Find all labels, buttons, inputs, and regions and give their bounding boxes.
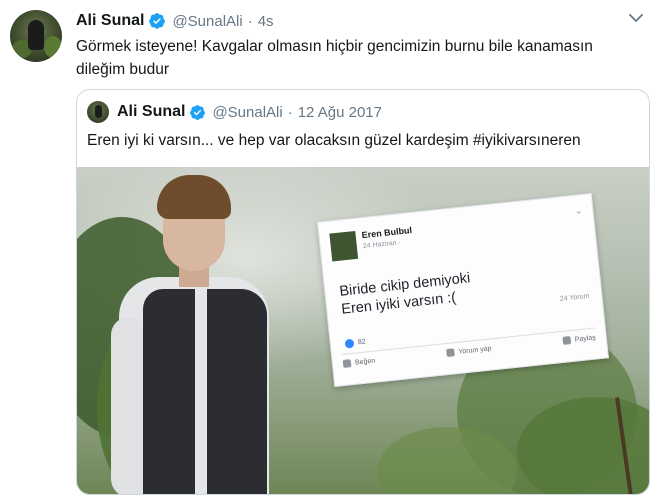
quoted-author-handle: @SunalAli [212, 103, 283, 121]
person-arm [111, 317, 147, 494]
fb-share-action: Paylaş [562, 333, 597, 345]
avatar-figure [95, 105, 102, 118]
tweet-text: Görmek isteyene! Kavgalar olmasın hiçbir… [76, 38, 593, 78]
chevron-down-icon[interactable] [628, 12, 644, 24]
quoted-author-name: Ali Sunal [117, 103, 186, 120]
tweet-time[interactable]: 4s [258, 13, 274, 30]
like-icon [344, 338, 355, 349]
fb-post-text: Biride cikip demiyoki Eren iyiki varsın … [339, 269, 473, 319]
photo-person [107, 167, 307, 494]
fb-like-action: Beğen [342, 357, 376, 368]
fb-post-likes: 82 [344, 337, 367, 349]
fb-comment-action: Yorum yap [446, 344, 492, 358]
fb-post-author: Eren Bulbul [361, 225, 413, 241]
tweet-media-image[interactable]: Eren Bulbul 24 Haziran · ⌄ Biride cikip … [77, 167, 649, 494]
tweet[interactable]: Ali Sunal @SunalAli · 4s Görmek isteyene… [0, 0, 658, 497]
fb-like-count: 82 [357, 338, 367, 347]
fb-post-comment-count: 24 Yorum [559, 292, 590, 303]
thumbs-up-icon [342, 359, 352, 368]
person-vest [207, 289, 267, 494]
share-icon [562, 336, 572, 345]
separator-dot: · [247, 12, 253, 30]
facebook-post-screenshot: Eren Bulbul 24 Haziran · ⌄ Biride cikip … [317, 193, 609, 387]
fb-action-label: Beğen [354, 357, 376, 367]
fb-post-avatar [329, 230, 359, 262]
verified-badge-icon [149, 13, 166, 29]
avatar-figure [28, 20, 44, 50]
person-hair [157, 175, 231, 219]
quoted-author-avatar [87, 101, 109, 123]
verified-badge-icon [190, 104, 206, 120]
separator-dot: · [287, 103, 293, 121]
fb-post-date: 24 Haziran · [362, 239, 402, 251]
author-avatar[interactable] [10, 10, 62, 62]
tweet-header: Ali Sunal @SunalAli · 4s [76, 10, 648, 32]
quoted-tweet-text: Eren iyi ki varsın... ve hep var olacaks… [87, 132, 581, 149]
fb-action-label: Paylaş [574, 333, 597, 344]
comment-icon [446, 348, 455, 358]
fb-action-label: Yorum yap [458, 344, 492, 356]
author-name[interactable]: Ali Sunal [76, 12, 144, 30]
quoted-tweet-date: 12 Ağu 2017 [297, 103, 382, 121]
person-vest [143, 289, 195, 494]
author-handle[interactable]: @SunalAli [172, 13, 242, 30]
chevron-down-icon: ⌄ [574, 205, 583, 216]
avatar-foliage [44, 36, 62, 58]
quoted-tweet[interactable]: Ali Sunal @SunalAli · 12 Ağu 2017 Eren i… [76, 89, 650, 495]
quoted-tweet-header: Ali Sunal @SunalAli · 12 Ağu 2017 [87, 100, 382, 124]
